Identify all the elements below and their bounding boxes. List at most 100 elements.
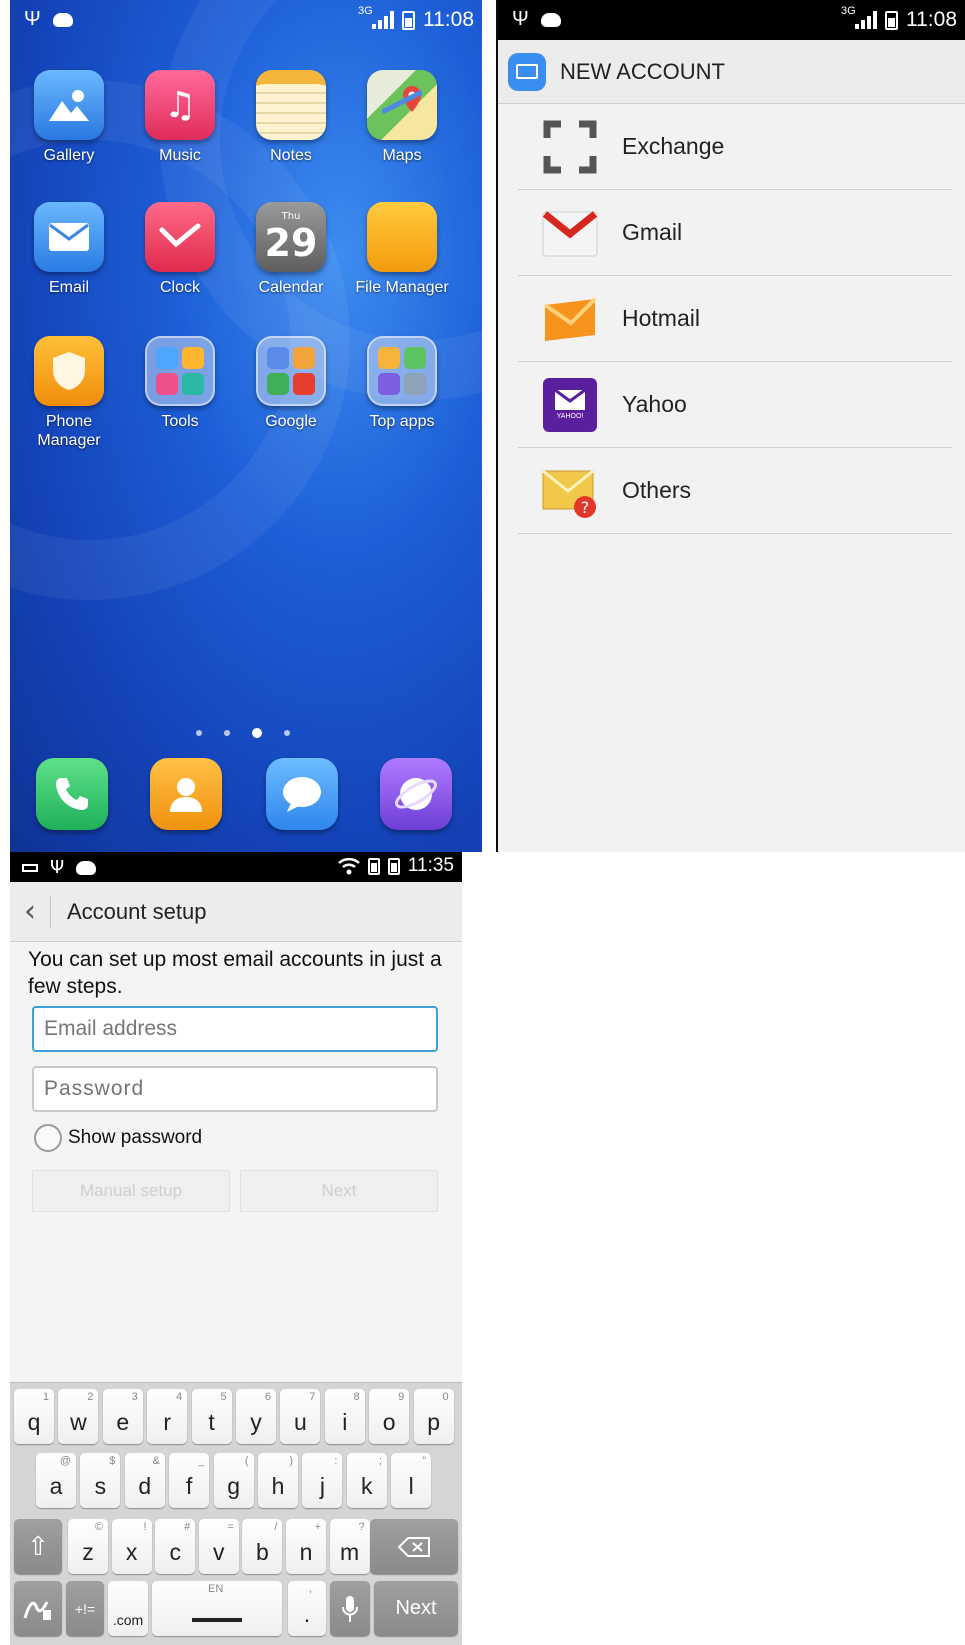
debug-icon [540, 12, 561, 27]
status-bar: Ψ 3G 11:08 [498, 0, 965, 40]
key-q[interactable]: 1q [14, 1389, 54, 1444]
option-label: Others [622, 477, 692, 503]
usb-icon: Ψ [24, 8, 41, 30]
app-calendar[interactable]: Thu 29 Calendar [235, 202, 347, 297]
key-s[interactable]: $ s [80, 1453, 121, 1508]
key-x[interactable]: ! x [111, 1519, 152, 1574]
key-e[interactable]: 3e [102, 1389, 143, 1444]
debug-icon [76, 860, 97, 875]
key-label: a [49, 1473, 63, 1499]
symbols-key[interactable]: +!= [66, 1581, 104, 1636]
key-hint: # [184, 1521, 191, 1533]
voice-key[interactable] [330, 1581, 370, 1636]
period-key[interactable]: , . [288, 1581, 326, 1636]
key-z[interactable]: © z [68, 1519, 108, 1574]
key-hint: ) [289, 1455, 293, 1467]
app-maps[interactable]: Maps [346, 70, 458, 165]
account-option-others[interactable]: ? Others [518, 448, 952, 534]
contacts-icon[interactable] [150, 758, 222, 830]
page-title: NEW ACCOUNT [560, 58, 725, 84]
app-notes[interactable]: Notes [235, 70, 347, 165]
key-y[interactable]: 6y [236, 1389, 276, 1444]
key-n[interactable]: + n [286, 1519, 326, 1574]
account-option-yahoo[interactable]: YAHOO! Yahoo [518, 362, 952, 448]
account-option-hotmail[interactable]: Hotmail [518, 276, 952, 362]
calendar-icon: Thu 29 [256, 202, 326, 272]
app-email[interactable]: Email [13, 202, 125, 297]
status-time: 11:08 [906, 8, 957, 31]
usb-icon: Ψ [50, 857, 65, 878]
checkbox-circle[interactable] [34, 1124, 62, 1152]
key-j[interactable]: :j [302, 1453, 343, 1508]
next-key-label: Next [395, 1597, 437, 1619]
key-label: t [208, 1409, 215, 1435]
app-phone-manager[interactable]: Phone Manager [13, 336, 125, 450]
app-label: Maps [382, 147, 422, 164]
key-a[interactable]: @ a [36, 1453, 76, 1508]
key-t[interactable]: 5t [191, 1389, 232, 1444]
back-arrow-icon[interactable]: ‹ [10, 894, 50, 929]
option-label: Yahoo [622, 391, 687, 417]
key-o[interactable]: 9o [369, 1389, 410, 1444]
backspace-key[interactable] [370, 1519, 458, 1574]
app-file-manager[interactable]: File Manager [346, 202, 458, 297]
maps-icon [367, 70, 437, 140]
key-hint: 9 [398, 1391, 405, 1403]
key-u[interactable]: 7u [280, 1389, 321, 1444]
key-v[interactable]: = v [198, 1519, 239, 1574]
app-label: Gallery [43, 147, 95, 164]
battery-icon [387, 857, 400, 875]
next-key[interactable]: Next [374, 1581, 458, 1636]
app-google-folder[interactable]: Google [235, 336, 347, 431]
key-h[interactable]: ) h [258, 1453, 298, 1508]
key-hint: © [94, 1521, 103, 1533]
battery-icon [885, 10, 898, 30]
key-w[interactable]: 2w [58, 1389, 99, 1444]
shift-key[interactable]: ⇧ [14, 1519, 62, 1574]
key-k[interactable]: ; k [346, 1453, 387, 1508]
key-hint: 4 [176, 1391, 183, 1403]
next-button[interactable]: Next [240, 1170, 438, 1212]
app-gallery[interactable]: Gallery [13, 70, 125, 165]
key-d[interactable]: & d [124, 1453, 165, 1508]
debug-icon [52, 12, 73, 27]
key-b[interactable]: / b [242, 1519, 283, 1574]
key-l[interactable]: " l [391, 1453, 432, 1508]
app-label: File Manager [355, 279, 449, 296]
dot-com-key[interactable]: .com [108, 1581, 148, 1636]
key-g[interactable]: (g [213, 1453, 254, 1508]
app-top-apps-folder[interactable]: Top apps [346, 336, 458, 431]
key-f[interactable]: _ f [169, 1453, 210, 1508]
account-option-exchange[interactable]: Exchange [518, 104, 952, 190]
messages-icon[interactable] [266, 758, 338, 830]
manual-setup-button[interactable]: Manual setup [32, 1170, 230, 1212]
key-label: b [255, 1539, 269, 1565]
key-m[interactable]: ? m [329, 1519, 370, 1574]
show-password-checkbox[interactable]: Show password [34, 1124, 202, 1152]
space-key[interactable]: EN [152, 1581, 282, 1636]
account-option-gmail[interactable]: Gmail [518, 190, 952, 276]
key-c[interactable]: # c [155, 1519, 196, 1574]
key-r[interactable]: 4r [147, 1389, 188, 1444]
key-label: s [94, 1473, 107, 1499]
home-screen: Ψ 3G 11:08 Gallery ♫ Music Notes Maps Em… [10, 0, 482, 852]
music-icon: ♫ [145, 70, 215, 140]
page-dot-active [252, 728, 262, 738]
browser-icon[interactable] [380, 758, 452, 830]
email-icon [34, 202, 104, 272]
key-i[interactable]: 8i [324, 1389, 365, 1444]
email-address-field[interactable] [32, 1006, 438, 1052]
app-music[interactable]: ♫ Music [124, 70, 236, 165]
phone-icon[interactable] [36, 758, 108, 830]
handwriting-key[interactable] [14, 1581, 62, 1636]
app-clock[interactable]: Clock [124, 202, 236, 297]
page-dot [196, 730, 202, 736]
key-p[interactable]: 0p [413, 1389, 454, 1444]
key-hint: ( [244, 1455, 249, 1467]
wifi-icon [338, 858, 360, 875]
app-label: Email [48, 279, 89, 296]
app-label: Calendar [258, 279, 324, 296]
key-hint: 8 [353, 1391, 360, 1403]
app-tools-folder[interactable]: Tools [124, 336, 236, 431]
password-field[interactable] [32, 1066, 438, 1112]
